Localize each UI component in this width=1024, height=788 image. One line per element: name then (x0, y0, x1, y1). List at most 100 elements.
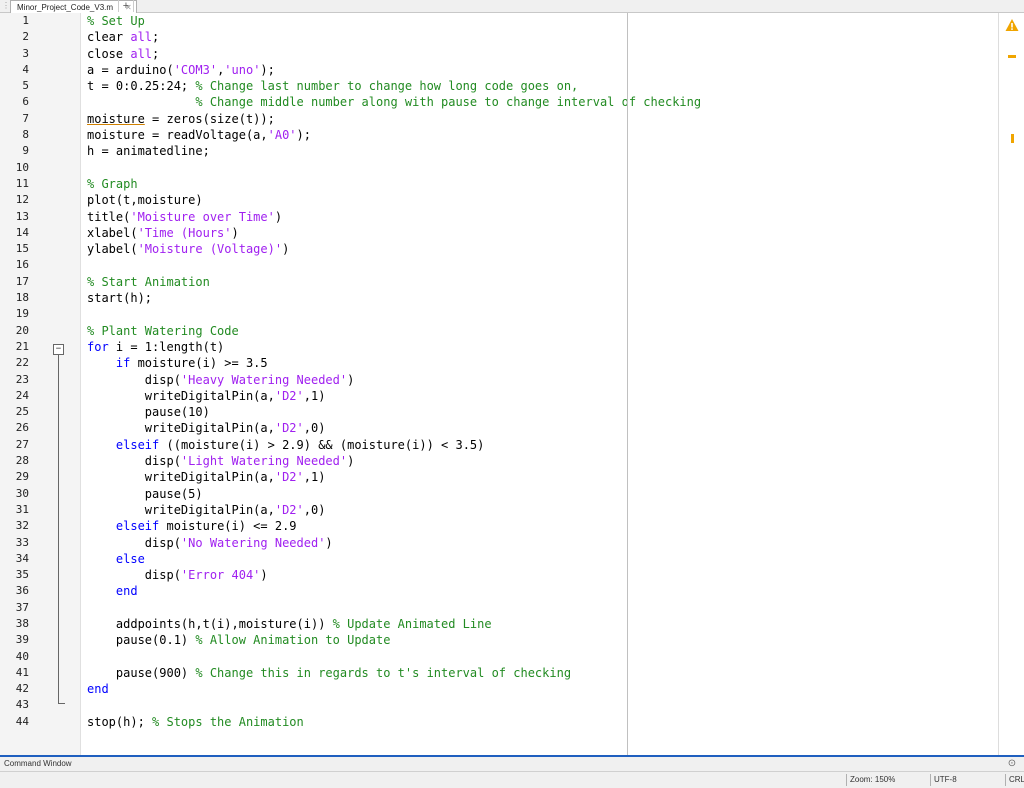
code-line[interactable]: % Graph (87, 176, 701, 192)
line-number[interactable]: 17 (0, 274, 29, 290)
code-line[interactable]: disp('Heavy Watering Needed') (87, 372, 701, 388)
code-line[interactable]: writeDigitalPin(a,'D2',1) (87, 388, 701, 404)
code-line[interactable]: clear all; (87, 29, 701, 45)
line-number[interactable]: 41 (0, 665, 29, 681)
line-number[interactable]: 24 (0, 388, 29, 404)
line-number[interactable]: 11 (0, 176, 29, 192)
line-number[interactable]: 10 (0, 160, 29, 176)
line-number[interactable]: 4 (0, 62, 29, 78)
code-line[interactable]: xlabel('Time (Hours') (87, 225, 701, 241)
code-line[interactable]: h = animatedline; (87, 143, 701, 159)
line-number[interactable]: 8 (0, 127, 29, 143)
code-line[interactable]: plot(t,moisture) (87, 192, 701, 208)
code-line[interactable]: writeDigitalPin(a,'D2',0) (87, 420, 701, 436)
line-number[interactable]: 37 (0, 600, 29, 616)
code-line[interactable]: pause(5) (87, 486, 701, 502)
code-line[interactable]: pause(0.1) % Allow Animation to Update (87, 632, 701, 648)
line-number[interactable]: 18 (0, 290, 29, 306)
code-line[interactable] (87, 600, 701, 616)
line-number[interactable]: 7 (0, 111, 29, 127)
line-number[interactable]: 28 (0, 453, 29, 469)
line-number[interactable]: 14 (0, 225, 29, 241)
line-number[interactable]: 9 (0, 143, 29, 159)
code-line[interactable]: else (87, 551, 701, 567)
code-line[interactable]: title('Moisture over Time') (87, 209, 701, 225)
line-number[interactable]: 39 (0, 632, 29, 648)
line-number[interactable]: 6 (0, 94, 29, 110)
code-line[interactable] (87, 306, 701, 322)
line-number[interactable]: 43 (0, 697, 29, 713)
code-line[interactable] (87, 257, 701, 273)
line-number[interactable]: 3 (0, 46, 29, 62)
code-line[interactable]: moisture = zeros(size(t)); (87, 111, 701, 127)
code-line[interactable]: for i = 1:length(t) (87, 339, 701, 355)
code-line[interactable]: end (87, 583, 701, 599)
line-number[interactable]: 33 (0, 535, 29, 551)
code-line[interactable]: t = 0:0.25:24; % Change last number to c… (87, 78, 701, 94)
command-window-header[interactable]: Command Window ⊙ (0, 757, 1024, 772)
code-line[interactable]: addpoints(h,t(i),moisture(i)) % Update A… (87, 616, 701, 632)
line-number[interactable]: 13 (0, 209, 29, 225)
encoding-status[interactable]: UTF-8 (930, 774, 976, 786)
line-number[interactable]: 40 (0, 649, 29, 665)
code-line[interactable]: elseif ((moisture(i) > 2.9) && (moisture… (87, 437, 701, 453)
code-line[interactable]: % Set Up (87, 13, 701, 29)
code-line[interactable]: writeDigitalPin(a,'D2',1) (87, 469, 701, 485)
warning-triangle-icon[interactable] (1005, 18, 1019, 32)
line-number[interactable]: 30 (0, 486, 29, 502)
code-text[interactable]: % Set Up clear all; close all; a = arduino(… (87, 13, 701, 730)
line-number[interactable]: 1 (0, 13, 29, 29)
code-line[interactable]: if moisture(i) >= 3.5 (87, 355, 701, 371)
line-number[interactable]: 5 (0, 78, 29, 94)
line-number[interactable]: 44 (0, 714, 29, 730)
line-number[interactable]: 2 (0, 29, 29, 45)
code-line[interactable]: writeDigitalPin(a,'D2',0) (87, 502, 701, 518)
code-line[interactable]: stop(h); % Stops the Animation (87, 714, 701, 730)
line-number[interactable]: 31 (0, 502, 29, 518)
line-number[interactable]: 19 (0, 306, 29, 322)
line-number[interactable]: 20 (0, 323, 29, 339)
line-number[interactable]: 26 (0, 420, 29, 436)
line-number[interactable]: 38 (0, 616, 29, 632)
code-line[interactable]: % Change middle number along with pause … (87, 94, 701, 110)
code-analyzer-bar[interactable] (998, 13, 1024, 755)
code-line[interactable]: a = arduino('COM3','uno'); (87, 62, 701, 78)
code-line[interactable]: % Plant Watering Code (87, 323, 701, 339)
line-number[interactable]: 27 (0, 437, 29, 453)
line-number[interactable]: 22 (0, 355, 29, 371)
code-line[interactable]: end (87, 681, 701, 697)
warning-marker-line-8[interactable] (1011, 134, 1014, 143)
line-number[interactable]: 16 (0, 257, 29, 273)
line-number[interactable]: 25 (0, 404, 29, 420)
tab-grip-icon[interactable]: ⋮ (2, 1, 10, 11)
code-line[interactable]: pause(10) (87, 404, 701, 420)
line-number[interactable]: 15 (0, 241, 29, 257)
warning-marker-line-3[interactable] (1008, 55, 1016, 58)
line-number[interactable]: 29 (0, 469, 29, 485)
expand-panel-icon[interactable]: ⊙ (1006, 757, 1018, 769)
code-line[interactable]: pause(900) % Change this in regards to t… (87, 665, 701, 681)
code-line[interactable]: disp('Error 404') (87, 567, 701, 583)
code-line[interactable]: close all; (87, 46, 701, 62)
line-number[interactable]: 12 (0, 192, 29, 208)
line-number[interactable]: 42 (0, 681, 29, 697)
line-number[interactable]: 34 (0, 551, 29, 567)
code-line[interactable]: start(h); (87, 290, 701, 306)
line-number[interactable]: 23 (0, 372, 29, 388)
code-line[interactable]: elseif moisture(i) <= 2.9 (87, 518, 701, 534)
code-line[interactable]: % Start Animation (87, 274, 701, 290)
line-number[interactable]: 35 (0, 567, 29, 583)
code-line[interactable]: disp('No Watering Needed') (87, 535, 701, 551)
line-number[interactable]: 21 (0, 339, 29, 355)
line-number[interactable]: 36 (0, 583, 29, 599)
code-line[interactable]: moisture = readVoltage(a,'A0'); (87, 127, 701, 143)
fold-toggle-icon[interactable]: − (53, 344, 64, 355)
code-line[interactable] (87, 649, 701, 665)
code-line[interactable] (87, 160, 701, 176)
code-line[interactable]: ylabel('Moisture (Voltage)') (87, 241, 701, 257)
zoom-status[interactable]: Zoom: 150% (846, 774, 928, 786)
code-editor[interactable]: 1 2 3 4 5 6 7 8 9 10 11 12 13 14 15 16 17 18 19 20 21 22 23 24 2… (0, 13, 1024, 755)
eol-status[interactable]: CRLF (1005, 774, 1024, 786)
new-tab-button[interactable]: + (118, 0, 134, 12)
line-number[interactable]: 32 (0, 518, 29, 534)
